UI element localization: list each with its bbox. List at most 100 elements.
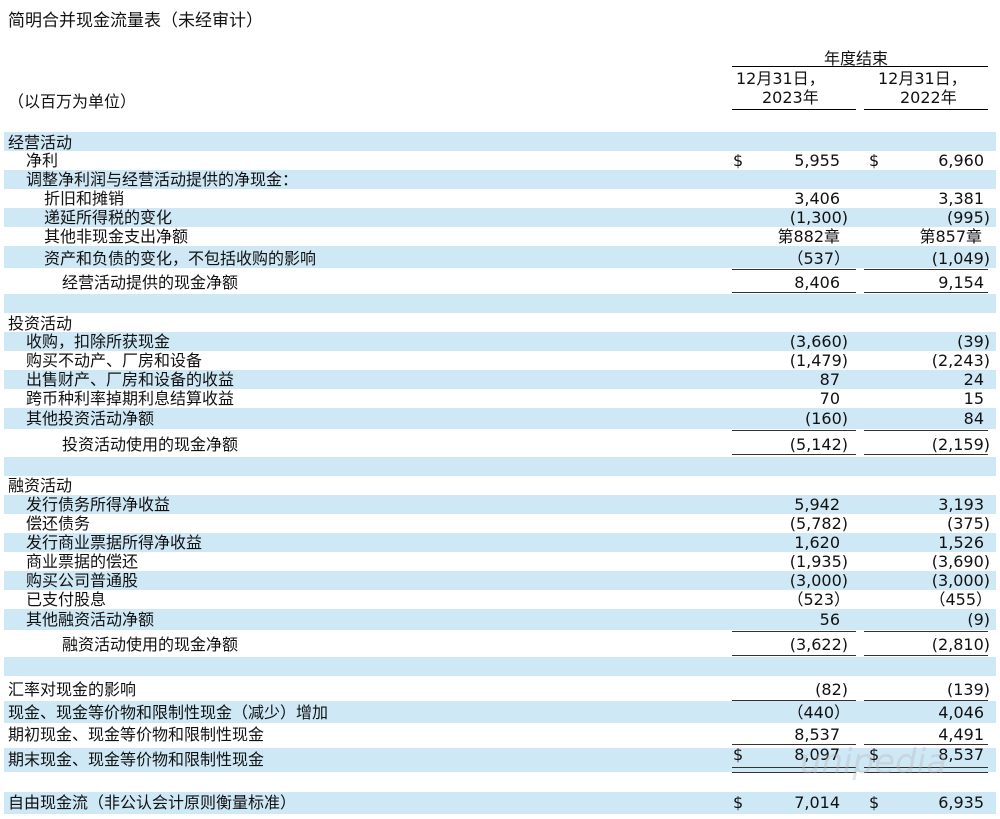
value-2023: (82) (815, 680, 848, 699)
buyback-row: 购买公司普通股 (3,000) (3,000) (0, 571, 1000, 590)
band (4, 457, 996, 476)
row-label: 经营活动提供的现金净额 (62, 273, 239, 292)
value-2023: (3,000) (789, 571, 848, 590)
row-label: 自由现金流（非公认会计原则衡量标准） (8, 793, 297, 812)
total-rule (864, 655, 988, 656)
units-label: （以百万为单位） (8, 92, 137, 111)
value-2023: (160) (804, 409, 848, 428)
value-2022: （455） (929, 590, 992, 609)
value-2023: 8,406 (794, 273, 840, 292)
col1-header-line2: 2023年 (762, 88, 819, 107)
row-label: 出售财产、厂房和设备的收益 (26, 370, 235, 389)
value-2022: 6,935 (938, 793, 984, 812)
col2-header-line1: 12月31日， (878, 69, 967, 88)
col1-header-underline (732, 109, 856, 110)
value-2022: (3,690) (931, 552, 990, 571)
investing-total-row: 投资活动使用的现金净额 (5,142) (2,159) (0, 435, 1000, 454)
row-label: 其他融资活动净额 (26, 610, 155, 629)
row-label: 收购，扣除所获现金 (26, 332, 171, 351)
cp-repay-row: 商业票据的偿还 (1,935) (3,690) (0, 552, 1000, 571)
value-2022: 9,154 (938, 273, 984, 292)
debt-proceeds-row: 发行债务所得净收益 5,942 3,193 (0, 495, 1000, 514)
subtotal-rule (864, 430, 988, 431)
investing-heading: 投资活动 (8, 314, 73, 333)
subtotal-rule (864, 269, 988, 270)
operating-heading: 经营活动 (8, 133, 73, 152)
other-noncash-row: 其他非现金支出净额 第882章 第857章 (0, 227, 1000, 246)
value-2022: 1,526 (938, 533, 984, 552)
band (4, 657, 996, 676)
value-2023: 3,406 (794, 189, 840, 208)
subtotal-rule (732, 700, 856, 701)
total-rule (732, 454, 856, 455)
row-label: 商业票据的偿还 (26, 552, 139, 571)
row-label: 购买公司普通股 (26, 571, 139, 590)
value-2023: (1,935) (789, 552, 848, 571)
row-label: 净利 (26, 151, 59, 170)
header-rule (732, 66, 988, 67)
row-label: 期初现金、现金等价物和限制性现金 (8, 725, 265, 744)
col2-header-underline (864, 109, 988, 110)
row-label: 购买不动产、厂房和设备 (26, 351, 203, 370)
row-label: 期末现金、现金等价物和限制性现金 (8, 750, 265, 769)
value-2022: 第857章 (919, 227, 982, 246)
row-label: 已支付股息 (26, 590, 107, 609)
row-label: 递延所得税的变化 (44, 208, 173, 227)
debt-repay-row: 偿还债务 (5,782) (375) (0, 514, 1000, 533)
dividends-row: 已支付股息 （523） （455） (0, 590, 1000, 609)
subtotal-rule (732, 269, 856, 270)
row-label: 资产和负债的变化，不包括收购的影响 (44, 249, 317, 268)
value-2022: (2,159) (931, 435, 990, 454)
watermark: unipedia (800, 742, 947, 782)
value-2023: (5,142) (789, 435, 848, 454)
value-2022: 15 (963, 389, 984, 408)
row-label: 发行债务所得净收益 (26, 495, 171, 514)
row-label: 跨币种利率掉期利息结算收益 (26, 389, 235, 408)
value-2023: （537） (787, 249, 850, 268)
page-title: 简明合并现金流量表（未经审计） (8, 11, 263, 31)
other-investing-row: 其他投资活动净额 (160) 84 (0, 409, 1000, 428)
band (4, 294, 996, 313)
adjustments-row: 调整净利润与经营活动提供的净现金： (0, 170, 1000, 189)
value-2022: 6,960 (938, 151, 984, 170)
row-label: 其他非现金支出净额 (44, 227, 189, 246)
total-rule (732, 655, 856, 656)
financing-heading-row: 融资活动 (0, 476, 1000, 495)
value-2023: (1,479) (789, 351, 848, 370)
net-change-row: 现金、现金等价物和限制性现金（减少）增加 （440） 4,046 (0, 703, 1000, 722)
total-rule (864, 454, 988, 455)
value-2022: (3,000) (931, 571, 990, 590)
value-2022: (1,049) (931, 249, 990, 268)
free-cash-flow-row: 自由现金流（非公认会计原则衡量标准） $ 7,014 $ 6,935 (0, 793, 1000, 812)
total-rule (732, 292, 856, 293)
operating-heading-row: 经营活动 (0, 133, 1000, 152)
value-2023: (5,782) (789, 514, 848, 533)
depreciation-row: 折旧和摊销 3,406 3,381 (0, 189, 1000, 208)
value-2023: 70 (819, 389, 840, 408)
value-2023: (3,660) (789, 332, 848, 351)
investing-heading-row: 投资活动 (0, 314, 1000, 333)
fx-row: 汇率对现金的影响 (82) (139) (0, 680, 1000, 699)
value-2023: 87 (819, 370, 840, 389)
subtotal-rule (864, 631, 988, 632)
row-label: 其他投资活动净额 (26, 409, 155, 428)
value-2022: (9) (967, 610, 990, 629)
row-label: 投资活动使用的现金净额 (62, 435, 239, 454)
value-2023: 56 (819, 610, 840, 629)
value-2023: 5,942 (794, 495, 840, 514)
subtotal-rule (732, 631, 856, 632)
value-2023: (1,300) (789, 208, 848, 227)
value-2023: (3,622) (789, 635, 848, 654)
cp-proceeds-row: 发行商业票据所得净收益 1,620 1,526 (0, 533, 1000, 552)
deferred-tax-row: 递延所得税的变化 (1,300) (995) (0, 208, 1000, 227)
value-2022: 3,381 (938, 189, 984, 208)
net-income-row: 净利 $ 5,955 $ 6,960 (0, 151, 1000, 170)
row-label: 发行商业票据所得净收益 (26, 533, 203, 552)
subtotal-rule (732, 430, 856, 431)
value-2022: 3,193 (938, 495, 984, 514)
swaps-row: 跨币种利率掉期利息结算收益 70 15 (0, 389, 1000, 408)
value-2022: (995) (946, 208, 990, 227)
value-2023: （523） (787, 590, 850, 609)
total-rule (864, 292, 988, 293)
operating-total-row: 经营活动提供的现金净额 8,406 9,154 (0, 273, 1000, 292)
